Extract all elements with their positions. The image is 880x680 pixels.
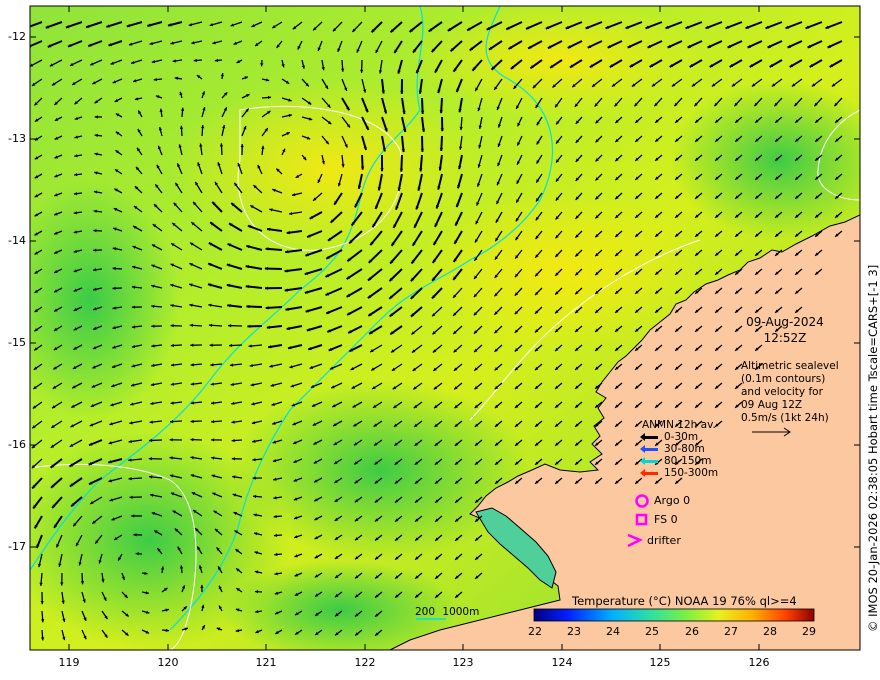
imos-credit: © IMOS 20-Jan-2026 02:38:05 Hobart time … <box>866 264 880 632</box>
velocity-arrowhead <box>26 25 29 28</box>
lat-tick-label: -14 <box>8 234 26 247</box>
anmn-depth-label: 80-150m <box>664 455 712 467</box>
anmn-legend: ANMN 12h av. 0-30m 30-80m 80-150m 150-30… <box>640 419 719 479</box>
cool-patch <box>230 380 530 560</box>
anmn-legend-item: 30-80m <box>640 443 718 455</box>
temperature-colorbar <box>533 608 815 622</box>
anmn-depth-label: 150-300m <box>664 467 719 479</box>
colorbar-tick: 22 <box>528 625 542 638</box>
drifter-label: drifter <box>647 534 681 547</box>
anmn-depth-label: 30-80m <box>664 443 705 455</box>
colorbar-tick: 24 <box>606 625 620 638</box>
lat-tick-label: -13 <box>8 132 26 145</box>
arrow-swatch-icon <box>640 469 658 477</box>
contour-key-200: 200 <box>415 606 436 618</box>
altimetry-line: and velocity for <box>741 386 823 398</box>
arrow-swatch-icon <box>640 445 658 453</box>
altimetry-line: 09 Aug 12Z <box>741 399 803 411</box>
arrow-swatch-icon <box>640 433 658 441</box>
anmn-legend-item: 80-150m <box>640 455 718 467</box>
lon-tick-label: 120 <box>157 656 179 669</box>
fs-label: FS 0 <box>654 513 678 526</box>
altimetry-line: (0.1m contours) <box>741 373 826 385</box>
lat-tick-label: -17 <box>8 540 26 553</box>
lon-tick-label: 119 <box>58 656 80 669</box>
colorbar-tick: 25 <box>645 625 659 638</box>
altimetry-annotation: Altimetric sealevel (0.1m contours) and … <box>741 360 839 425</box>
anmn-depth-label: 0-30m <box>664 431 699 443</box>
colorbar-title: Temperature (°C) NOAA 19 76% ql>=4 <box>572 594 797 608</box>
lat-tick-label: -16 <box>8 438 26 451</box>
time-text: 12:52Z <box>763 331 807 345</box>
contour-key: 200 1000m <box>415 606 479 618</box>
colorbar-tick: 23 <box>567 625 581 638</box>
colorbar-tick: 28 <box>763 625 777 638</box>
anmn-legend-title: ANMN 12h av. <box>642 419 716 431</box>
lon-tick-label: 122 <box>354 656 376 669</box>
lon-tick-label: 121 <box>255 656 277 669</box>
colorbar-tick: 29 <box>802 625 816 638</box>
altimetry-line: 0.5m/s (1kt 24h) <box>741 412 829 424</box>
lon-tick-label: 124 <box>551 656 573 669</box>
colorbar-tick: 26 <box>685 625 699 638</box>
anmn-legend-item: 0-30m <box>640 431 718 443</box>
lon-tick-label: 126 <box>748 656 770 669</box>
colorbar-tick: 27 <box>724 625 738 638</box>
altimetry-line: Altimetric sealevel <box>741 360 839 372</box>
date-text: 09-Aug-2024 <box>746 315 824 329</box>
argo-label: Argo 0 <box>654 494 691 507</box>
lat-tick-label: -15 <box>8 336 26 349</box>
date-label: 09-Aug-2024 12:52Z <box>730 314 840 346</box>
warm-patch <box>410 6 710 120</box>
arrow-swatch-icon <box>640 457 658 465</box>
contour-key-1000: 1000m <box>442 606 480 618</box>
lat-tick-label: -12 <box>8 30 26 43</box>
anmn-legend-item: 150-300m <box>640 467 719 479</box>
lon-tick-label: 125 <box>649 656 671 669</box>
lon-tick-label: 123 <box>452 656 474 669</box>
